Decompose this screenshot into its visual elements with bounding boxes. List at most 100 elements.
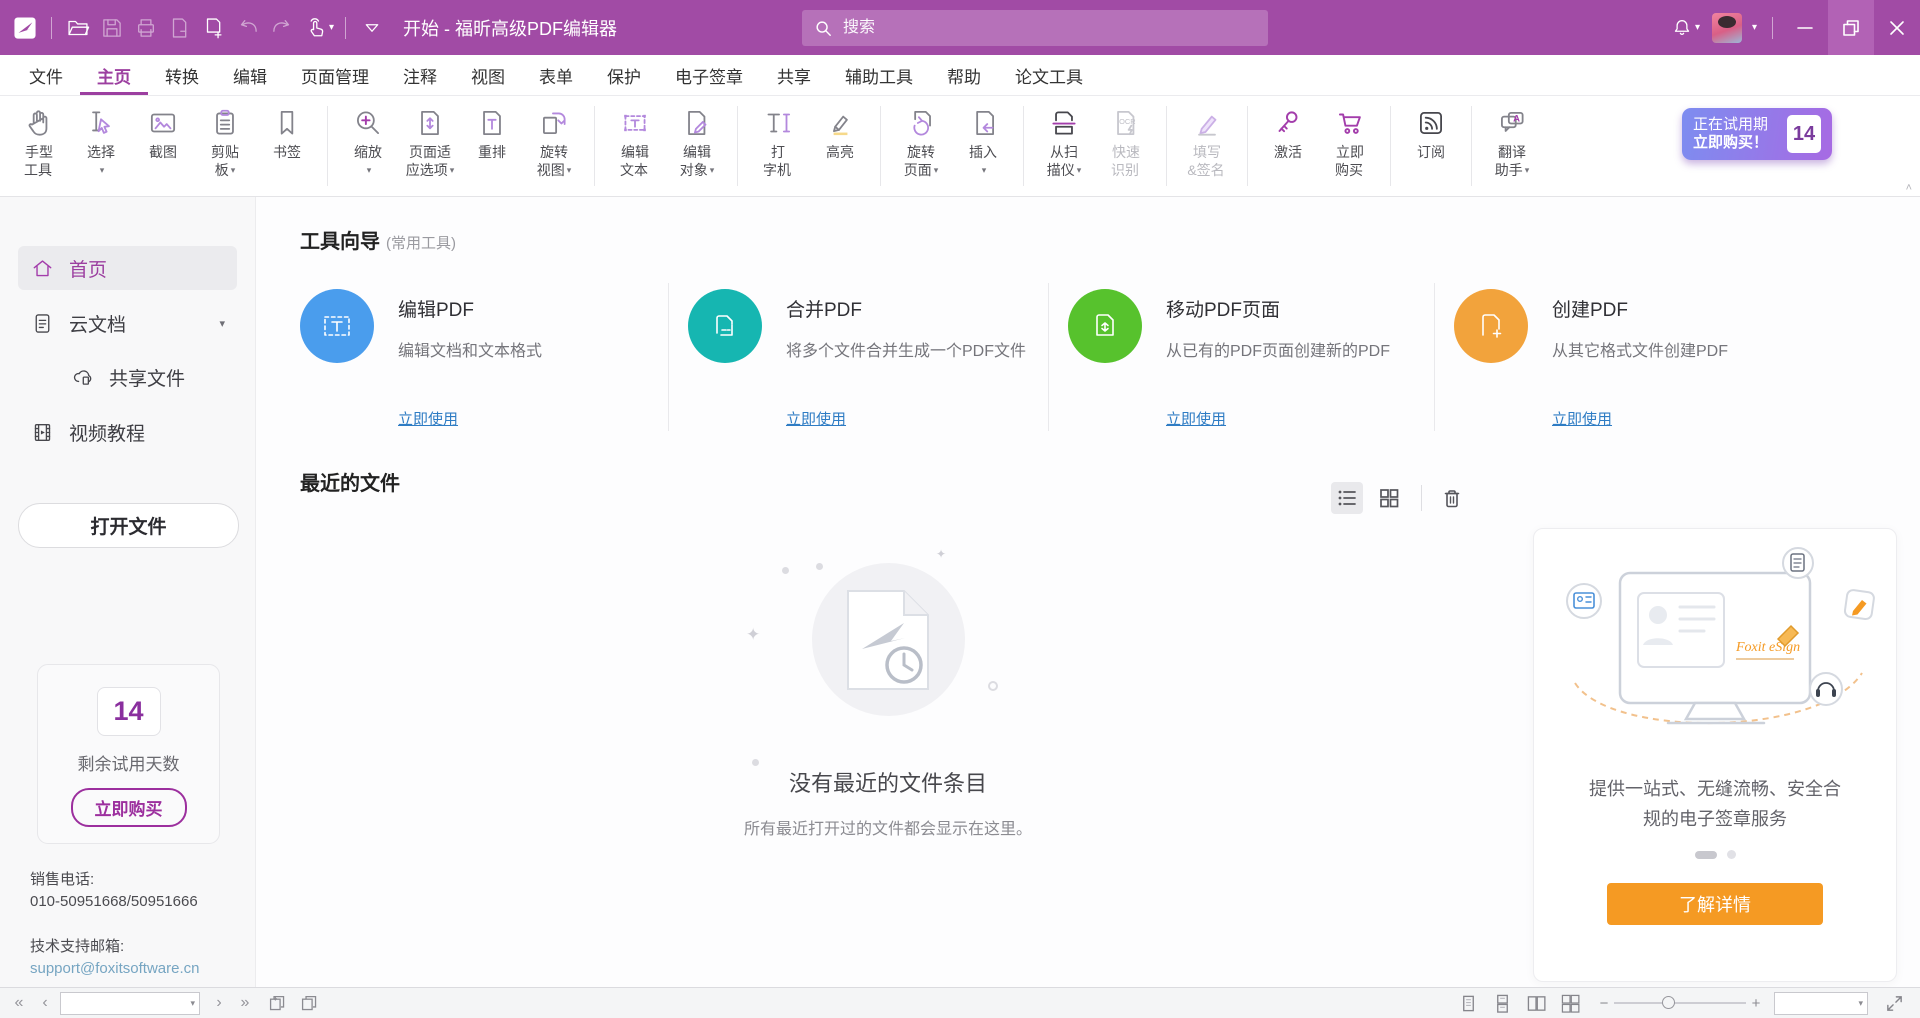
clipboard-button[interactable]: 剪贴 板▾ [194, 103, 256, 179]
sidebar-item-video-tutorials[interactable]: 视频教程 [18, 410, 237, 454]
search-box[interactable] [802, 10, 1268, 46]
close-button[interactable] [1874, 0, 1920, 55]
hand-tool-button[interactable]: 手型 工具 [8, 103, 70, 179]
notifications-bell-icon[interactable] [1665, 11, 1699, 45]
menu-home[interactable]: 主页 [80, 55, 148, 95]
user-avatar[interactable] [1712, 13, 1742, 43]
grid-view-button[interactable] [1373, 482, 1405, 514]
close-document-icon[interactable] [163, 11, 197, 45]
carousel-dot-active[interactable] [1695, 851, 1717, 859]
save-icon[interactable] [95, 11, 129, 45]
zoom-out-button[interactable]: − [1596, 995, 1612, 1012]
scanner-icon [1047, 103, 1081, 143]
zoom-percent-input[interactable] [1775, 996, 1858, 1011]
highlight-button[interactable]: 高亮 [809, 103, 871, 161]
continuous-view-icon[interactable] [1490, 991, 1514, 1015]
insert-pages-button[interactable]: 插入 ▾ [952, 103, 1014, 179]
edit-text-button[interactable]: 编辑 文本 [604, 103, 666, 179]
subscribe-button[interactable]: 订阅 [1400, 103, 1462, 161]
reflow-button[interactable]: 重排 [461, 103, 523, 161]
search-input[interactable] [841, 18, 1256, 38]
snapshot-button[interactable]: 截图 [132, 103, 194, 161]
touch-mode-icon[interactable] [299, 11, 333, 45]
support-email-link[interactable]: support@foxitsoftware.cn [30, 958, 199, 980]
account-caret-icon[interactable]: ▾ [1752, 22, 1757, 33]
translate-assistant-button[interactable]: A 翻译 助手▾ [1481, 103, 1543, 179]
touch-mode-caret-icon[interactable]: ▾ [329, 22, 334, 33]
use-now-link[interactable]: 立即使用 [1166, 408, 1390, 429]
menu-edit[interactable]: 编辑 [216, 55, 284, 95]
page-fit-button[interactable]: 页面适 应选项▾ [399, 103, 461, 179]
bookmark-button[interactable]: 书签 [256, 103, 318, 161]
page-number-box[interactable]: ▾ [60, 992, 200, 1015]
menu-convert[interactable]: 转换 [148, 55, 216, 95]
page-dropdown-caret-icon[interactable]: ▾ [190, 998, 199, 1009]
rotate-view-button[interactable]: 旋转 视图▾ [523, 103, 585, 179]
clear-recent-button[interactable] [1436, 482, 1468, 514]
single-page-view-icon[interactable] [1456, 991, 1480, 1015]
snapshot-pages-icon[interactable] [264, 990, 290, 1016]
print-icon[interactable] [129, 11, 163, 45]
rotate-pages-button[interactable]: 旋转 页面▾ [890, 103, 952, 179]
typewriter-button[interactable]: 打 字机 [747, 103, 809, 179]
duplicate-pages-icon[interactable] [296, 990, 322, 1016]
menu-organize[interactable]: 页面管理 [284, 55, 386, 95]
scroll-up-icon[interactable]: ˄ [1906, 182, 1912, 194]
collapse-toolbar-icon[interactable] [355, 11, 389, 45]
menu-help[interactable]: 帮助 [930, 55, 998, 95]
bookmark-icon [270, 103, 304, 143]
menu-view[interactable]: 视图 [454, 55, 522, 95]
zoom-slider[interactable] [1614, 1002, 1746, 1004]
list-view-button[interactable] [1331, 482, 1363, 514]
learn-more-button[interactable]: 了解详情 [1607, 883, 1823, 925]
next-page-button[interactable]: › [206, 994, 232, 1012]
notifications-caret-icon[interactable]: ▾ [1695, 22, 1700, 33]
fill-sign-pencil-icon [1190, 103, 1224, 143]
from-scanner-button[interactable]: 从扫 描仪▾ [1033, 103, 1095, 179]
prev-page-button[interactable]: ‹ [32, 994, 58, 1012]
restore-button[interactable] [1828, 0, 1874, 55]
menu-esign[interactable]: 电子签章 [658, 55, 760, 95]
toolbar-divider [1471, 106, 1472, 186]
fullscreen-icon[interactable] [1882, 991, 1906, 1015]
zoom-percent-box[interactable]: ▾ [1774, 992, 1868, 1015]
menu-comment[interactable]: 注释 [386, 55, 454, 95]
menu-share[interactable]: 共享 [760, 55, 828, 95]
zoom-in-button[interactable]: + [1748, 995, 1764, 1012]
redo-icon[interactable] [265, 11, 299, 45]
zoom-button[interactable]: 缩放 ▾ [337, 103, 399, 179]
menu-form[interactable]: 表单 [522, 55, 590, 95]
select-tool-button[interactable]: 选择 ▾ [70, 103, 132, 179]
use-now-link[interactable]: 立即使用 [1552, 408, 1728, 429]
chevron-down-icon[interactable]: ▾ [219, 317, 225, 330]
buy-now-button[interactable]: 立即 购买 [1319, 103, 1381, 179]
first-page-button[interactable]: « [6, 994, 32, 1012]
facing-view-icon[interactable] [1524, 991, 1548, 1015]
sidebar-item-shared-files[interactable]: 共享文件 [18, 355, 237, 399]
buy-now-pill-button[interactable]: 立即购买 [71, 788, 187, 827]
open-file-button[interactable]: 打开文件 [18, 503, 239, 548]
fill-sign-button[interactable]: 填写 &签名 [1176, 103, 1238, 179]
edit-object-button[interactable]: 编辑 对象▾ [666, 103, 728, 179]
activate-button[interactable]: 激活 [1257, 103, 1319, 161]
menu-file[interactable]: 文件 [12, 55, 80, 95]
facing-continuous-view-icon[interactable] [1558, 991, 1582, 1015]
minimize-button[interactable] [1782, 0, 1828, 55]
use-now-link[interactable]: 立即使用 [398, 408, 542, 429]
quick-ocr-button[interactable]: OCR 快速 识别 [1095, 103, 1157, 179]
menu-accessibility[interactable]: 辅助工具 [828, 55, 930, 95]
zoom-slider-thumb[interactable] [1662, 996, 1675, 1009]
trial-period-badge[interactable]: 正在试用期 立即购买！ 14 [1682, 108, 1832, 160]
page-number-input[interactable] [61, 996, 190, 1011]
menu-paper-tools[interactable]: 论文工具 [998, 55, 1100, 95]
carousel-dot[interactable] [1727, 850, 1736, 859]
zoom-dropdown-caret-icon[interactable]: ▾ [1858, 998, 1867, 1009]
sidebar-item-cloud-docs[interactable]: 云文档 ▾ [18, 301, 237, 345]
sidebar-item-home[interactable]: 首页 [18, 246, 237, 290]
new-document-icon[interactable] [197, 11, 231, 45]
menu-protect[interactable]: 保护 [590, 55, 658, 95]
use-now-link[interactable]: 立即使用 [786, 408, 1026, 429]
last-page-button[interactable]: » [232, 994, 258, 1012]
undo-icon[interactable] [231, 11, 265, 45]
open-file-icon[interactable] [61, 11, 95, 45]
